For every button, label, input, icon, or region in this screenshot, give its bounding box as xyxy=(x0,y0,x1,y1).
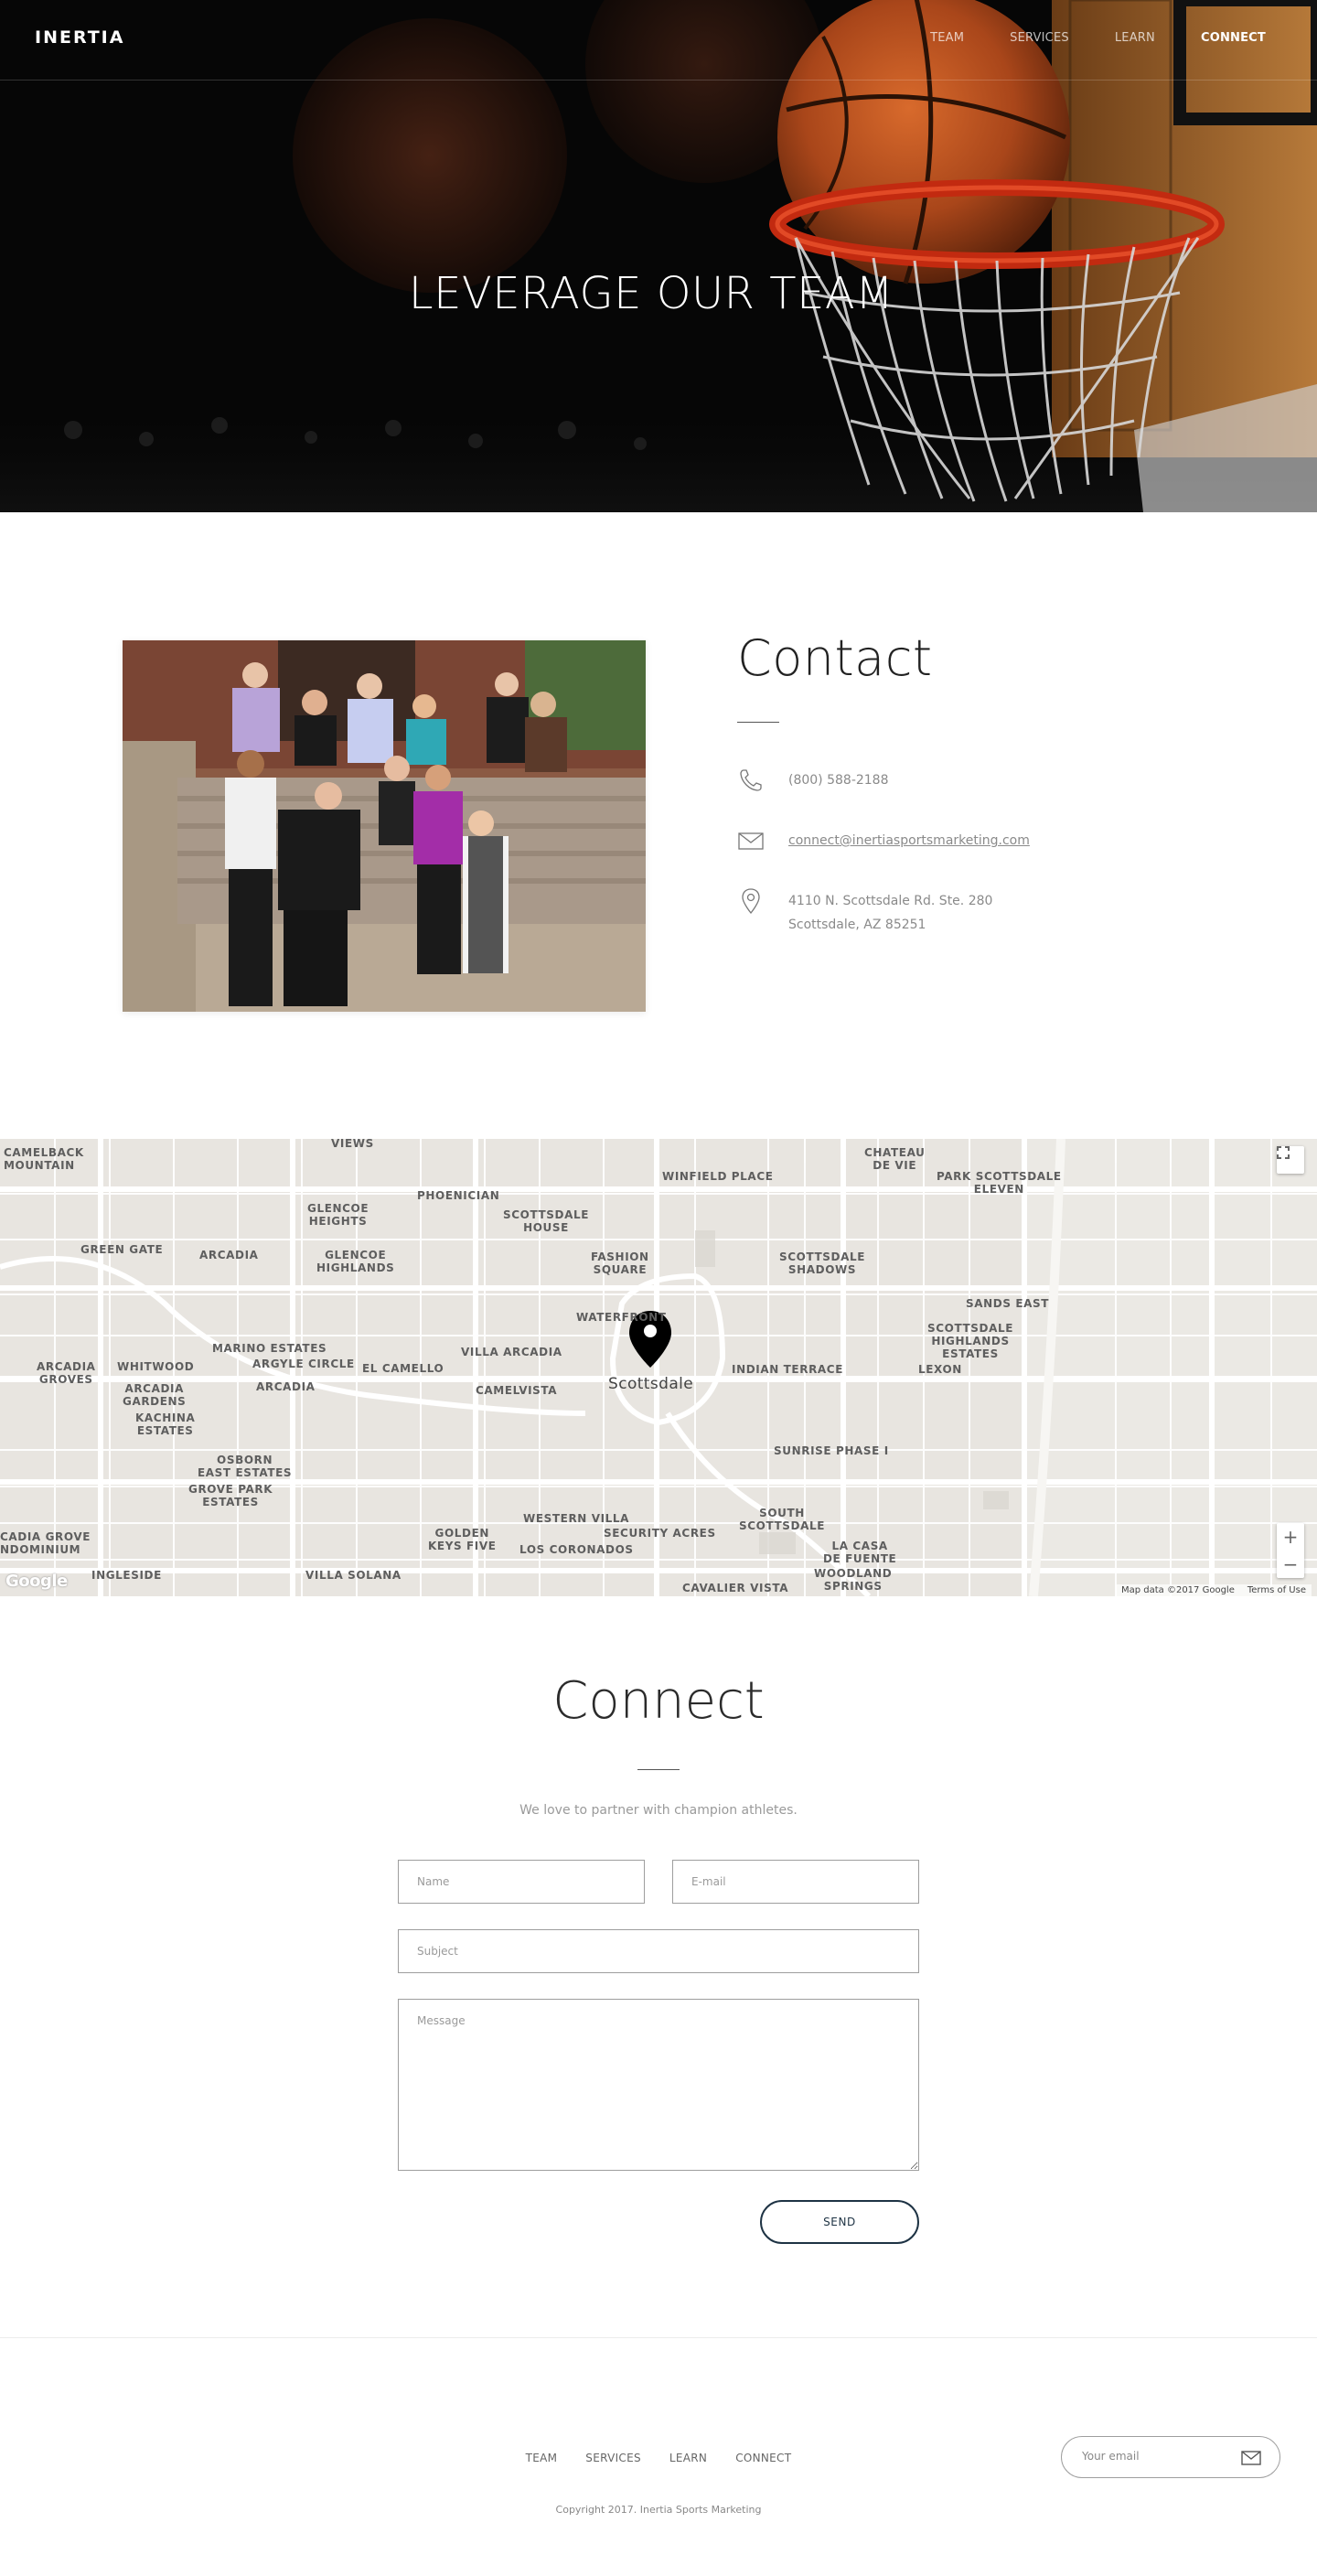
envelope-icon xyxy=(738,832,764,850)
address: 4110 N. Scottsdale Rd. Ste. 280 Scottsda… xyxy=(788,887,992,937)
zoom-out-button[interactable]: − xyxy=(1277,1551,1304,1578)
connect-subtitle: We love to partner with champion athlete… xyxy=(519,1803,798,1818)
map-label-sunrise-phase-i: SUNRISE PHASE I xyxy=(774,1444,889,1457)
map-label-chateau-de-vie: CHATEAU DE VIE xyxy=(864,1146,926,1172)
map-label-fashion-square: FASHION SQUARE xyxy=(591,1250,649,1276)
footer-link-services[interactable]: SERVICES xyxy=(585,2452,641,2464)
map-label-sands-east: SANDS EAST xyxy=(966,1297,1050,1310)
address-row: 4110 N. Scottsdale Rd. Ste. 280 Scottsda… xyxy=(737,887,1213,937)
map-label-whitwood: WHITWOOD xyxy=(117,1360,195,1373)
map-label-scottsdale-shadows: SCOTTSDALE SHADOWS xyxy=(779,1250,866,1276)
map-label-lexon: LEXON xyxy=(918,1363,962,1376)
main-menu: TEAM SERVICES LEARN CONNECT xyxy=(884,31,1266,45)
map-label-park-scottsdale-eleven: PARK SCOTTSDALE ELEVEN xyxy=(937,1170,1062,1196)
team-photo xyxy=(123,640,646,1012)
map-label-los-coronados: LOS CORONADOS xyxy=(519,1543,634,1556)
map-label-arcadia-2: ARCADIA xyxy=(256,1380,316,1393)
send-mail-icon[interactable] xyxy=(1241,2451,1261,2465)
map-label-arcadia-gardens: ARCADIA GARDENS xyxy=(123,1382,187,1408)
contact-section: Contact (800) 588-2188 connect@inertiasp… xyxy=(0,512,1317,1139)
map-label-glencoe-highlands: GLENCOE HIGHLANDS xyxy=(316,1249,395,1274)
map-label-cavalier-vista: CAVALIER VISTA xyxy=(682,1582,789,1594)
map-label-indian-terrace: INDIAN TERRACE xyxy=(732,1363,843,1376)
fullscreen-icon xyxy=(1277,1146,1290,1159)
map-label-kachina-estates: KACHINA ESTATES xyxy=(135,1411,196,1437)
phone-row: (800) 588-2188 xyxy=(737,767,1213,794)
hero-section: INERTIA TEAM SERVICES LEARN CONNECT LEVE… xyxy=(0,0,1317,512)
map-label-glencoe-heights: GLENCOE HEIGHTS xyxy=(307,1202,369,1228)
map-label-osborn-east-estates: OSBORN EAST ESTATES xyxy=(198,1454,293,1479)
map-label-grove-park-estates: GROVE PARK ESTATES xyxy=(188,1483,273,1508)
phone-icon xyxy=(740,769,762,791)
newsletter-subscribe xyxy=(1061,2436,1280,2478)
contact-info: Contact (800) 588-2188 connect@inertiasp… xyxy=(737,629,1213,937)
map-label-camelback-mountain: CAMELBACK MOUNTAIN xyxy=(4,1146,84,1172)
map-label-green-gate: GREEN GATE xyxy=(80,1243,164,1256)
name-input[interactable] xyxy=(398,1860,645,1904)
map-data-credit: Map data ©2017 Google xyxy=(1120,1585,1235,1595)
map-attribution: Map data ©2017 Google Terms of Use xyxy=(1115,1584,1312,1596)
map-label-camelvista: CAMELVISTA xyxy=(476,1384,558,1397)
email-input[interactable] xyxy=(672,1860,919,1904)
footer-link-team[interactable]: TEAM xyxy=(526,2452,558,2464)
subject-input[interactable] xyxy=(398,1929,919,1973)
map-label-golden-keys-five: GOLDEN KEYS FIVE xyxy=(428,1527,497,1552)
map-label-security-acres: SECURITY ACRES xyxy=(604,1527,716,1540)
map-label-arcadia-grove-condominium: CADIA GROVE NDOMINIUM xyxy=(0,1530,91,1556)
address-line-1: 4110 N. Scottsdale Rd. Ste. 280 xyxy=(788,894,993,908)
location-map[interactable]: CAMELBACK MOUNTAIN VIEWS PHOENICIAN WINF… xyxy=(0,1139,1317,1596)
zoom-in-button[interactable]: + xyxy=(1277,1523,1304,1551)
send-button[interactable]: SEND xyxy=(760,2200,919,2244)
message-textarea[interactable] xyxy=(398,1999,919,2171)
zoom-controls: + − xyxy=(1277,1523,1304,1578)
copyright-text: Copyright 2017. Inertia Sports Marketing xyxy=(555,2504,762,2516)
nav-link-team[interactable]: TEAM xyxy=(930,31,964,45)
google-logo: Google xyxy=(5,1572,68,1591)
map-label-views: VIEWS xyxy=(331,1139,374,1150)
map-label-el-camello: EL CAMELLO xyxy=(362,1362,444,1375)
hero-title: LEVERAGE OUR TEAM xyxy=(408,268,894,319)
location-pin-icon xyxy=(742,888,760,915)
map-label-western-villa: WESTERN VILLA xyxy=(523,1512,630,1525)
map-label-scottsdale: Scottsdale xyxy=(608,1375,694,1393)
map-label-marino-estates: MARINO ESTATES xyxy=(212,1342,327,1355)
nav-link-connect[interactable]: CONNECT xyxy=(1201,31,1266,45)
map-label-villa-solana: VILLA SOLANA xyxy=(305,1569,402,1582)
map-label-villa-arcadia: VILLA ARCADIA xyxy=(461,1346,562,1358)
map-label-waterfront: WATERFRONT xyxy=(576,1311,667,1324)
connect-section: Connect We love to partner with champion… xyxy=(0,1596,1317,2337)
map-label-scottsdale-highlands-estates: SCOTTSDALE HIGHLANDS ESTATES xyxy=(927,1322,1014,1360)
newsletter-email-input[interactable] xyxy=(1082,2450,1237,2463)
fullscreen-button[interactable] xyxy=(1277,1146,1304,1174)
footer-link-connect[interactable]: CONNECT xyxy=(735,2452,791,2464)
map-label-scottsdale-house: SCOTTSDALE HOUSE xyxy=(503,1208,590,1234)
site-footer: TEAM SERVICES LEARN CONNECT Copyright 20… xyxy=(0,2337,1317,2576)
map-label-arcadia-groves: ARCADIA GROVES xyxy=(37,1360,96,1386)
map-label-woodland-springs: WOODLAND SPRINGS xyxy=(814,1567,893,1593)
map-label-la-casa-de-fuente: LA CASA DE FUENTE xyxy=(823,1540,897,1565)
site-logo[interactable]: INERTIA xyxy=(35,27,124,48)
nav-link-learn[interactable]: LEARN xyxy=(1115,31,1155,45)
footer-link-learn[interactable]: LEARN xyxy=(669,2452,707,2464)
title-divider xyxy=(737,722,779,723)
map-label-argyle-circle: ARGYLE CIRCLE xyxy=(252,1358,355,1370)
top-navigation: INERTIA TEAM SERVICES LEARN CONNECT xyxy=(0,0,1317,80)
map-label-winfield-place: WINFIELD PLACE xyxy=(662,1170,774,1183)
email-link[interactable]: connect@inertiasportsmarketing.com xyxy=(788,833,1030,848)
email-row: connect@inertiasportsmarketing.com xyxy=(737,827,1213,854)
contact-title: Contact xyxy=(737,629,933,687)
nav-link-services[interactable]: SERVICES xyxy=(1010,31,1069,45)
map-label-south-scottsdale: SOUTH SCOTTSDALE xyxy=(739,1507,826,1532)
phone-number[interactable]: (800) 588-2188 xyxy=(788,767,889,792)
connect-divider xyxy=(637,1769,680,1770)
map-label-ingleside: INGLESIDE xyxy=(91,1569,162,1582)
terms-of-use-link[interactable]: Terms of Use xyxy=(1247,1585,1306,1595)
map-label-phoenician: PHOENICIAN xyxy=(417,1189,500,1202)
connect-title: Connect xyxy=(552,1671,765,1731)
map-label-arcadia-1: ARCADIA xyxy=(199,1249,259,1261)
address-line-2: Scottsdale, AZ 85251 xyxy=(788,918,926,932)
